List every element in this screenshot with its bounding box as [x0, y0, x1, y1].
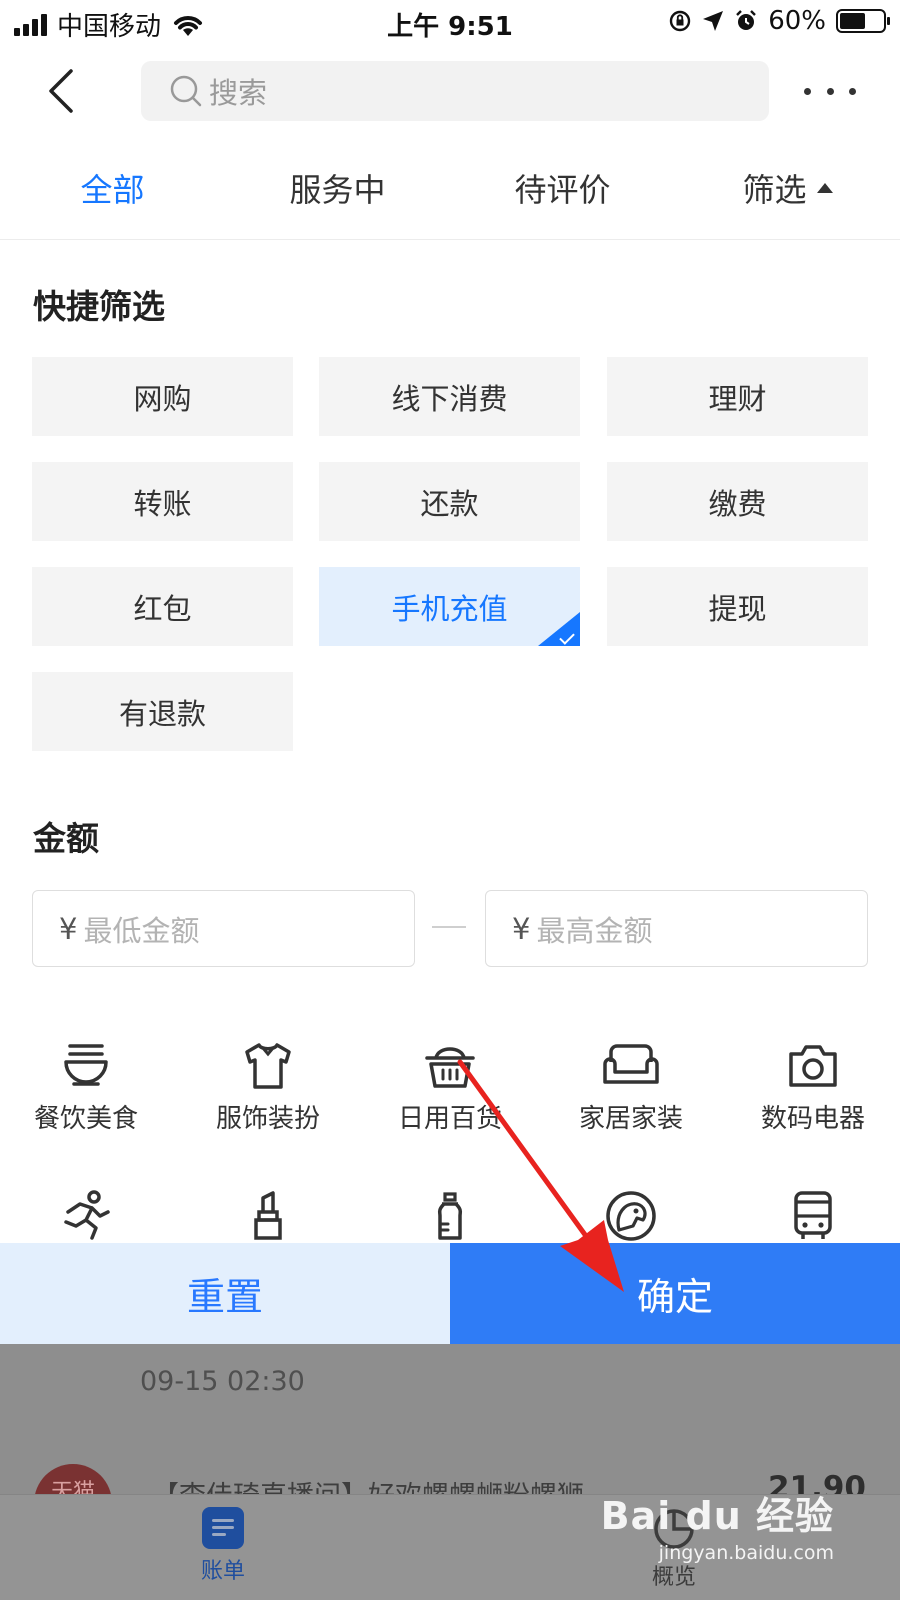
quick-filter-option[interactable]: 缴费 [607, 462, 868, 541]
nav-bar: 搜索 [0, 56, 900, 126]
option-label: 线下消费 [391, 381, 508, 416]
more-dot-icon [804, 87, 811, 95]
option-label: 还款 [420, 486, 479, 521]
search-input[interactable]: 搜索 [141, 61, 769, 121]
search-icon [170, 75, 202, 107]
status-right: 60% [668, 6, 890, 36]
bill-icon [202, 1507, 244, 1549]
option-label: 转账 [133, 486, 192, 521]
pet-icon [606, 1191, 656, 1241]
tab-label: 服务中 [289, 171, 386, 209]
battery-icon [836, 9, 890, 33]
option-label: 理财 [708, 381, 767, 416]
lipstick-icon [254, 1191, 282, 1240]
min-amount-input[interactable]: ¥ 最低金额 [32, 890, 415, 967]
running-icon [64, 1190, 110, 1240]
category-item[interactable]: 服饰装扮 [178, 1040, 358, 1135]
category-item[interactable]: 家居家装 [541, 1040, 721, 1135]
baidu-watermark: Bai du 经验 jingyan.baidu.com [601, 1485, 834, 1564]
record-time: 09-15 02:30 [140, 1366, 305, 1397]
tab-label: 待评价 [514, 171, 611, 209]
confirm-button[interactable]: 确定 [450, 1243, 900, 1344]
chevron-left-icon [49, 69, 73, 113]
battery-percent: 60% [768, 6, 826, 36]
category-item[interactable] [178, 1190, 358, 1242]
quick-filter-option[interactable]: 网购 [32, 357, 293, 436]
quick-filter-option[interactable]: 提现 [607, 567, 868, 646]
status-bar: 中国移动 上午 9:51 60% [0, 0, 900, 46]
tabbar-label: 账单 [200, 1559, 245, 1584]
tab-in-service[interactable]: 服务中 [225, 150, 450, 239]
range-separator [432, 926, 466, 928]
location-icon [703, 11, 724, 31]
bus-icon [794, 1191, 832, 1239]
quick-filter-title: 快捷筛选 [33, 287, 165, 326]
category-item[interactable]: 数码电器 [723, 1040, 900, 1135]
rotation-lock-icon [670, 10, 691, 32]
camera-icon [789, 1045, 837, 1087]
category-label: 餐饮美食 [33, 1104, 138, 1134]
category-item[interactable]: 日用百货 [360, 1040, 540, 1135]
quick-filter-option-selected[interactable]: 手机充值 [319, 567, 580, 646]
category-item[interactable] [723, 1190, 900, 1242]
watermark-brand: Bai du 经验 [600, 1494, 834, 1538]
shirt-icon [245, 1043, 291, 1089]
tab-label: 全部 [80, 171, 145, 209]
tab-to-review[interactable]: 待评价 [450, 150, 675, 239]
quick-filter-option[interactable]: 红包 [32, 567, 293, 646]
category-label: 家居家装 [578, 1104, 683, 1134]
more-dot-icon [826, 87, 834, 95]
quick-filter-option[interactable]: 转账 [32, 462, 293, 541]
option-label: 手机充值 [391, 591, 508, 626]
category-item[interactable]: 餐饮美食 [0, 1040, 176, 1135]
quick-filter-option[interactable]: 还款 [319, 462, 580, 541]
baby-bottle-icon [437, 1192, 463, 1240]
selected-corner [538, 612, 580, 646]
amount-title: 金额 [33, 819, 99, 858]
max-amount-placeholder: 最高金额 [536, 913, 653, 948]
quick-filter-option[interactable]: 理财 [607, 357, 868, 436]
tab-all[interactable]: 全部 [0, 150, 225, 239]
currency-symbol: ¥ [512, 911, 531, 946]
min-amount-placeholder: 最低金额 [83, 913, 200, 948]
option-label: 网购 [133, 381, 192, 416]
option-label: 提现 [708, 591, 767, 626]
max-amount-input[interactable]: ¥ 最高金额 [485, 890, 868, 967]
option-label: 缴费 [708, 486, 767, 521]
search-placeholder: 搜索 [209, 76, 268, 110]
tab-bar: 全部 服务中 待评价 筛选 [0, 150, 900, 240]
tab-filter[interactable]: 筛选 [675, 150, 900, 239]
quick-filter-option[interactable]: 有退款 [32, 672, 293, 751]
confirm-label: 确定 [636, 1275, 713, 1319]
back-button[interactable] [36, 66, 86, 116]
more-dot-icon [849, 87, 856, 95]
sofa-icon [603, 1044, 659, 1084]
tab-label: 筛选 [742, 171, 807, 209]
basket-icon [425, 1047, 475, 1088]
category-item[interactable] [0, 1190, 176, 1242]
category-label: 日用百货 [397, 1104, 502, 1134]
category-item[interactable] [541, 1190, 721, 1242]
option-label: 有退款 [118, 696, 206, 731]
alarm-icon [736, 10, 757, 30]
category-label: 服饰装扮 [215, 1104, 320, 1134]
reset-button[interactable]: 重置 [0, 1243, 450, 1344]
more-button[interactable] [804, 74, 856, 108]
quick-filter-option[interactable]: 线下消费 [319, 357, 580, 436]
caret-up-icon [816, 183, 833, 193]
option-label: 红包 [133, 591, 192, 626]
category-item[interactable] [360, 1190, 540, 1242]
currency-symbol: ¥ [59, 911, 78, 946]
app-screen: 中国移动 上午 9:51 60% 搜索 全部 服务中 待评价 筛选 快捷筛选 网… [0, 0, 900, 1600]
category-label: 数码电器 [760, 1104, 865, 1134]
watermark-url: jingyan.baidu.com [658, 1542, 834, 1564]
reset-label: 重置 [186, 1275, 263, 1319]
tabbar-item-bill[interactable]: 账单 [163, 1507, 283, 1585]
bowl-icon [64, 1044, 108, 1086]
